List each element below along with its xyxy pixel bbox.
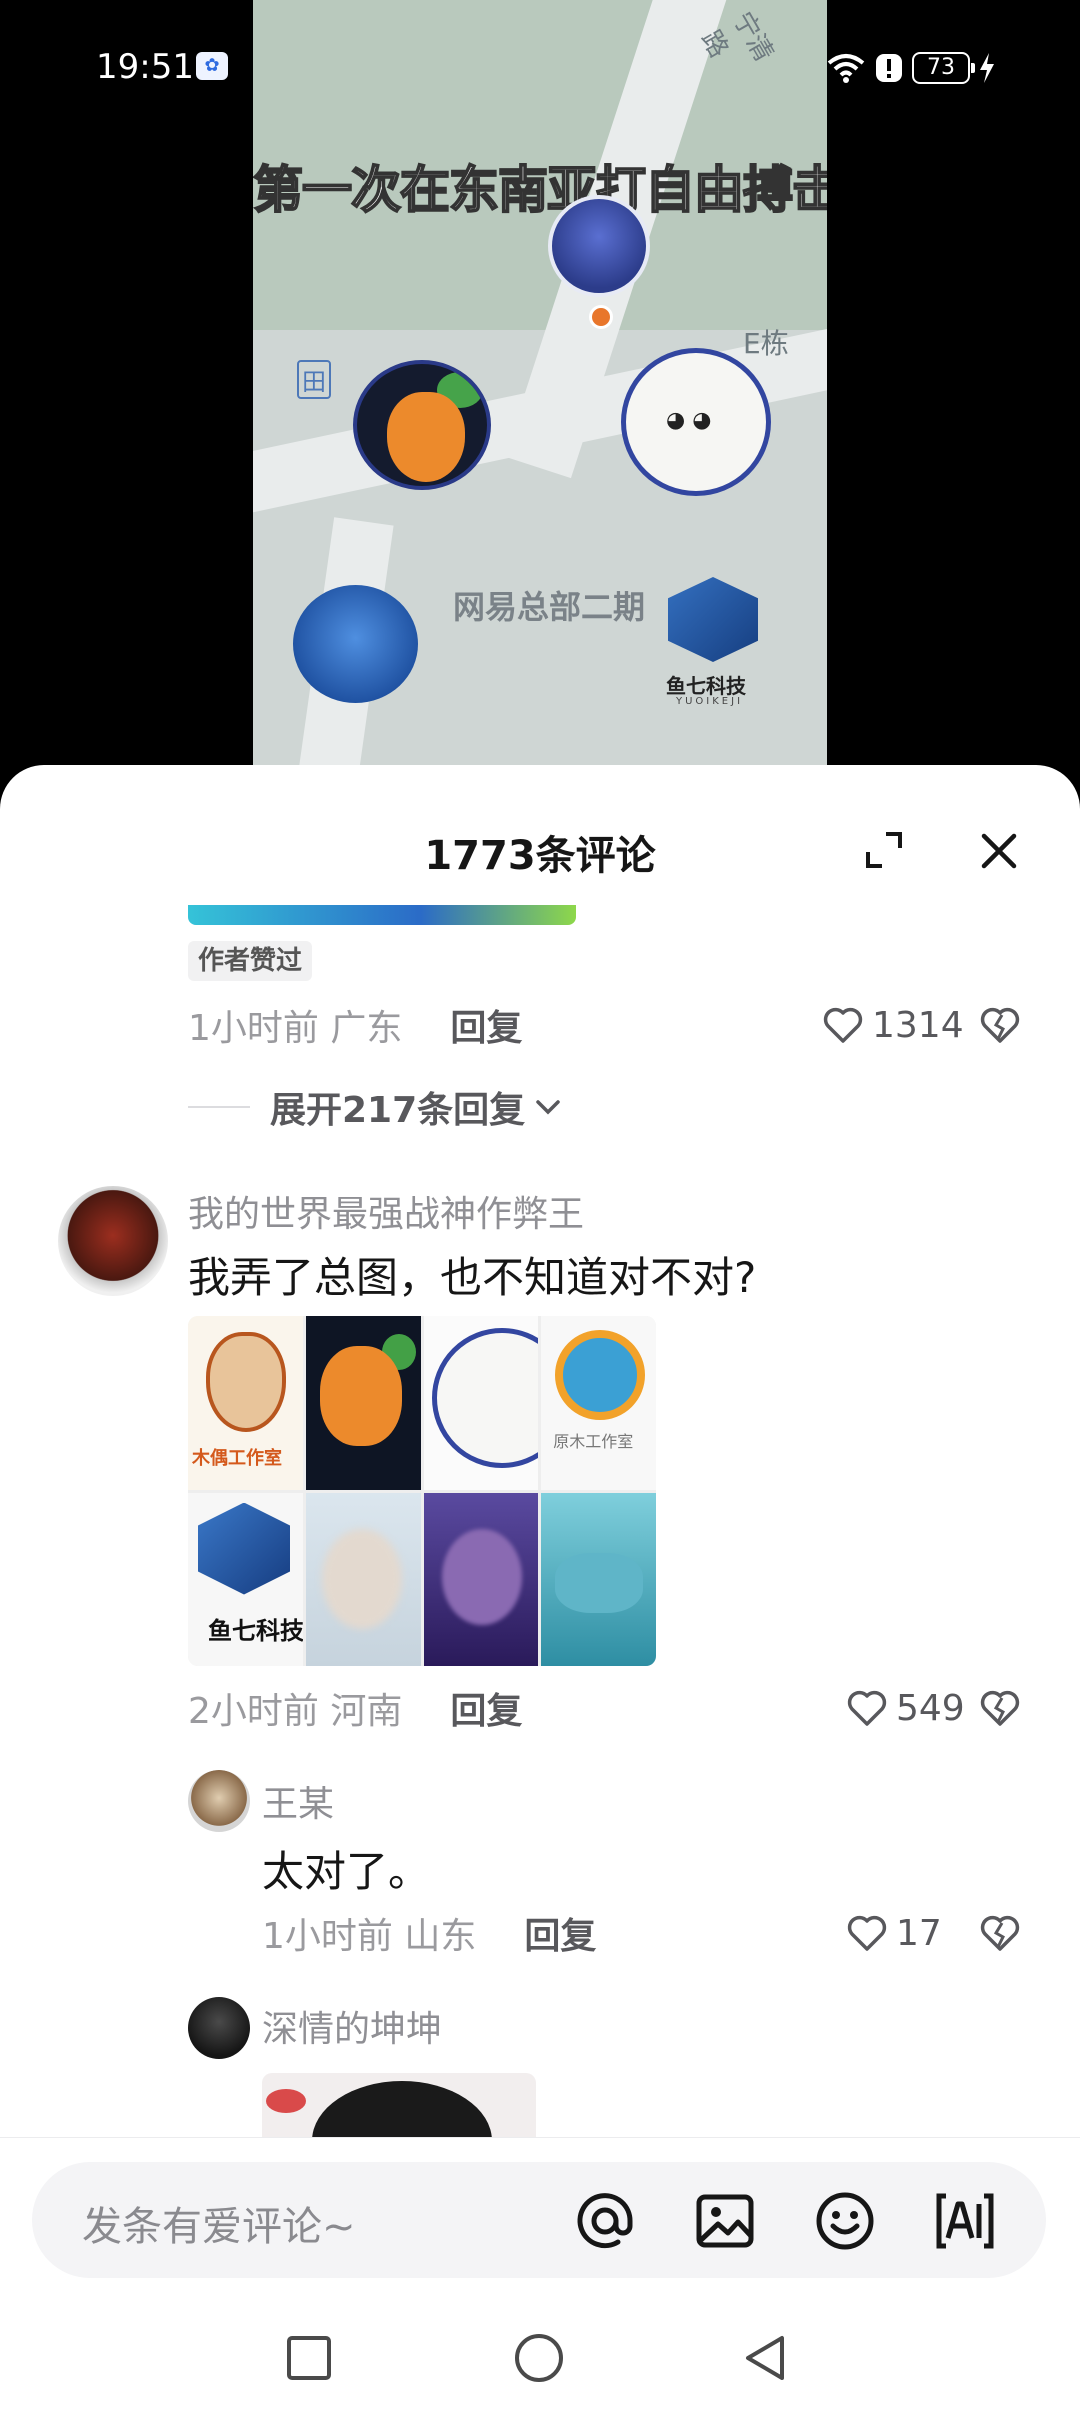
reply-button[interactable]: 回复: [524, 1907, 596, 1959]
comment-text[interactable]: 我弄了总图，也不知道对不对?: [188, 1244, 756, 1305]
watermark-brand-en: YUOIKEJI: [676, 696, 744, 707]
status-indicators: 73: [826, 48, 996, 88]
previous-comment-image[interactable]: [188, 905, 576, 925]
reply-meta: 1小时前 山东 回复: [262, 1908, 596, 1958]
author-liked-badge: 作者赞过: [188, 941, 313, 981]
grid-image[interactable]: 鱼七科技: [188, 1492, 303, 1666]
grid-image[interactable]: [541, 1492, 656, 1666]
carrot-body: [387, 392, 465, 482]
avatar[interactable]: [188, 1997, 250, 2059]
heart-icon: [847, 1915, 887, 1951]
reply-image-figure: [312, 2081, 492, 2137]
like-button[interactable]: 549: [846, 1683, 965, 1733]
comment-input-placeholder: 发条有爱评论~: [82, 2204, 356, 2250]
like-button[interactable]: 1314: [822, 1000, 964, 1050]
map-location-pin: [589, 305, 613, 329]
grid-image[interactable]: 木偶工作室: [188, 1316, 303, 1490]
grid-figure: [321, 1528, 402, 1629]
grid-figure: [555, 1552, 644, 1613]
reply-button[interactable]: 回复: [450, 999, 522, 1051]
battery-indicator: 73: [912, 52, 975, 84]
home-circle-icon[interactable]: [514, 2333, 564, 2383]
status-bar: 19:51 ✿ 73: [0, 0, 1080, 130]
comment-time-location: 2小时前 河南: [188, 1691, 403, 1732]
dislike-heart-icon[interactable]: [978, 1911, 1022, 1955]
grid-caption: 木偶工作室: [192, 1447, 282, 1469]
grid-figure: [319, 1346, 402, 1446]
avatar[interactable]: [58, 1186, 168, 1296]
watermark-brand: 鱼七科技: [666, 674, 746, 698]
comment-meta: 1小时前 广东 回复: [188, 1000, 522, 1050]
expand-icon[interactable]: [862, 828, 906, 872]
comment-input[interactable]: 发条有爱评论~: [32, 2162, 1046, 2278]
alert-icon: [876, 54, 902, 82]
video-caption: 第一次在东南亚打自由搏击: [253, 160, 827, 220]
watermark-logo: 鱼七科技 YUOIKEJI: [658, 572, 768, 712]
grid-image[interactable]: [423, 1316, 539, 1490]
like-button[interactable]: 17: [846, 1908, 942, 1958]
baidu-icon: ✿: [196, 52, 228, 80]
comment-count-title: 1773条评论: [424, 833, 656, 879]
expand-replies-button[interactable]: 展开217条回复: [188, 1082, 565, 1132]
back-triangle-icon[interactable]: [742, 2333, 792, 2383]
comment-time-location: 1小时前 广东: [188, 1008, 403, 1049]
comment-username[interactable]: 我的世界最强战神作弊王: [188, 1185, 584, 1237]
comment-meta: 2小时前 河南 回复: [188, 1683, 522, 1733]
ai-icon[interactable]: [934, 2190, 996, 2252]
system-nav-bar: [0, 2300, 1080, 2412]
map-headquarters-label: 网易总部二期: [453, 588, 646, 626]
reply-text[interactable]: 太对了。: [262, 1838, 430, 1899]
grid-figure: [555, 1330, 646, 1420]
reply-button[interactable]: 回复: [450, 1682, 522, 1734]
comment-image-grid[interactable]: 木偶工作室 原木工作室 鱼七科技: [188, 1316, 656, 1666]
map-poi-icon: 田: [297, 360, 331, 399]
close-icon[interactable]: [976, 828, 1022, 874]
grid-image[interactable]: [305, 1316, 421, 1490]
recents-square-icon[interactable]: [284, 2333, 334, 2383]
reply-image[interactable]: [262, 2073, 536, 2137]
divider-line: [188, 1106, 250, 1108]
reply-time-location: 1小时前 山东: [262, 1916, 477, 1957]
video-face-white: ◕ ◕: [621, 348, 771, 496]
video-face-carrot: [353, 360, 491, 490]
at-icon[interactable]: [574, 2190, 636, 2252]
like-count: 17: [896, 1912, 942, 1954]
emoji-icon[interactable]: [814, 2190, 876, 2252]
expand-replies-label: 展开217条回复: [270, 1090, 526, 1131]
dislike-heart-icon[interactable]: [978, 1686, 1022, 1730]
avatar[interactable]: [188, 1770, 250, 1832]
status-time: 19:51: [96, 47, 194, 87]
watermark-cube-icon: [668, 577, 758, 662]
reply-username[interactable]: 王某: [262, 1775, 334, 1827]
wifi-icon: [827, 54, 865, 83]
like-count: 1314: [872, 1004, 964, 1046]
heart-icon: [823, 1007, 863, 1043]
grid-image[interactable]: 原木工作室: [541, 1316, 656, 1490]
reply-image-figure: [266, 2089, 306, 2113]
grid-caption: 鱼七科技: [208, 1616, 303, 1645]
chevron-down-icon: [536, 1100, 560, 1115]
dislike-heart-icon[interactable]: [978, 1003, 1022, 1047]
grid-figure: [206, 1332, 286, 1432]
composer-divider: [0, 2137, 1080, 2138]
reply-username[interactable]: 深情的坤坤: [262, 2000, 442, 2052]
grid-image[interactable]: [305, 1492, 421, 1666]
map-building-label: E栋: [743, 327, 789, 360]
grid-figure: [431, 1328, 539, 1468]
grid-figure: [441, 1528, 522, 1625]
sheet-header: 1773条评论: [0, 765, 1080, 915]
image-icon[interactable]: [694, 2190, 756, 2252]
face-features: ◕ ◕: [666, 408, 712, 433]
grid-figure: [198, 1502, 290, 1595]
heart-icon: [847, 1690, 887, 1726]
video-face-blue-large: [293, 585, 418, 703]
grid-image[interactable]: [423, 1492, 539, 1666]
grid-caption: 原木工作室: [553, 1432, 634, 1451]
like-count: 549: [896, 1687, 965, 1729]
video-face-blue: [548, 195, 650, 297]
charging-icon: [980, 53, 994, 83]
